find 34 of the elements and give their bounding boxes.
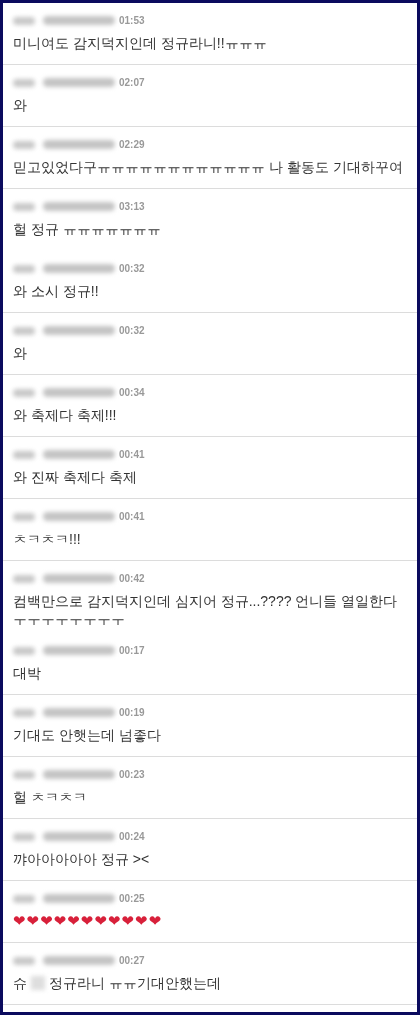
message-time: 00:25 [119,892,145,906]
message-text: 대박 [13,664,42,682]
message-time: 00:23 [119,768,145,782]
message-text: 기대도 안햇는데 넘좋다 [13,726,162,744]
message-text: ㅊㅋㅊㅋ!!! [13,530,82,548]
message-text: 와 [13,96,28,114]
message-time: 02:07 [119,76,145,90]
message-text: 헐 정규 ㅠㅠㅠㅠㅠㅠㅠ [13,220,162,238]
blurred-word [31,976,45,990]
message-time: 03:13 [119,200,145,214]
message-text: 컴백만으로 감지덕지인데 심지어 정규...???? 언니들 열일한다ㅜㅜㅜㅜㅜㅜㅜㅜ [13,592,399,628]
message-text: 미니여도 감지덕지인데 정규라니!!ㅠㅠㅠ [13,34,268,52]
message-time: 00:32 [119,262,145,276]
message-text: 슈 [13,974,27,992]
message-time: 00:42 [119,572,145,586]
message-text: 꺄아아아아아 정규 >< [13,850,151,868]
message-text: 헐 ㅊㅋㅊㅋ [13,788,88,806]
message-text: 와 축제다 축제!!! [13,406,118,424]
message-time: 00:19 [119,706,145,720]
message-time: 00:32 [119,324,145,338]
message-text: 와 진짜 축제다 축제 [13,468,138,486]
message-time: 00:34 [119,386,145,400]
message-time: 00:24 [119,830,145,844]
message-time: 00:41 [119,510,145,524]
message-time: 02:29 [119,138,145,152]
message-text: 믿고있었다구ㅠㅠㅠㅠㅠㅠㅠㅠㅠㅠㅠㅠ 나 활동도 기대하꾸여 [13,158,404,176]
heart-emoji-message: ❤❤❤❤❤❤❤❤❤❤❤ [13,912,164,930]
message-time: 01:53 [119,14,145,28]
message-text: 와 소시 정규!! [13,282,100,300]
message-text: 정규라니 ㅠㅠ기대안했는데 [49,974,221,992]
message-time: 00:17 [119,644,145,658]
message-text: 와 [13,344,28,362]
message-time: 00:27 [119,954,145,968]
message-time: 00:41 [119,448,145,462]
